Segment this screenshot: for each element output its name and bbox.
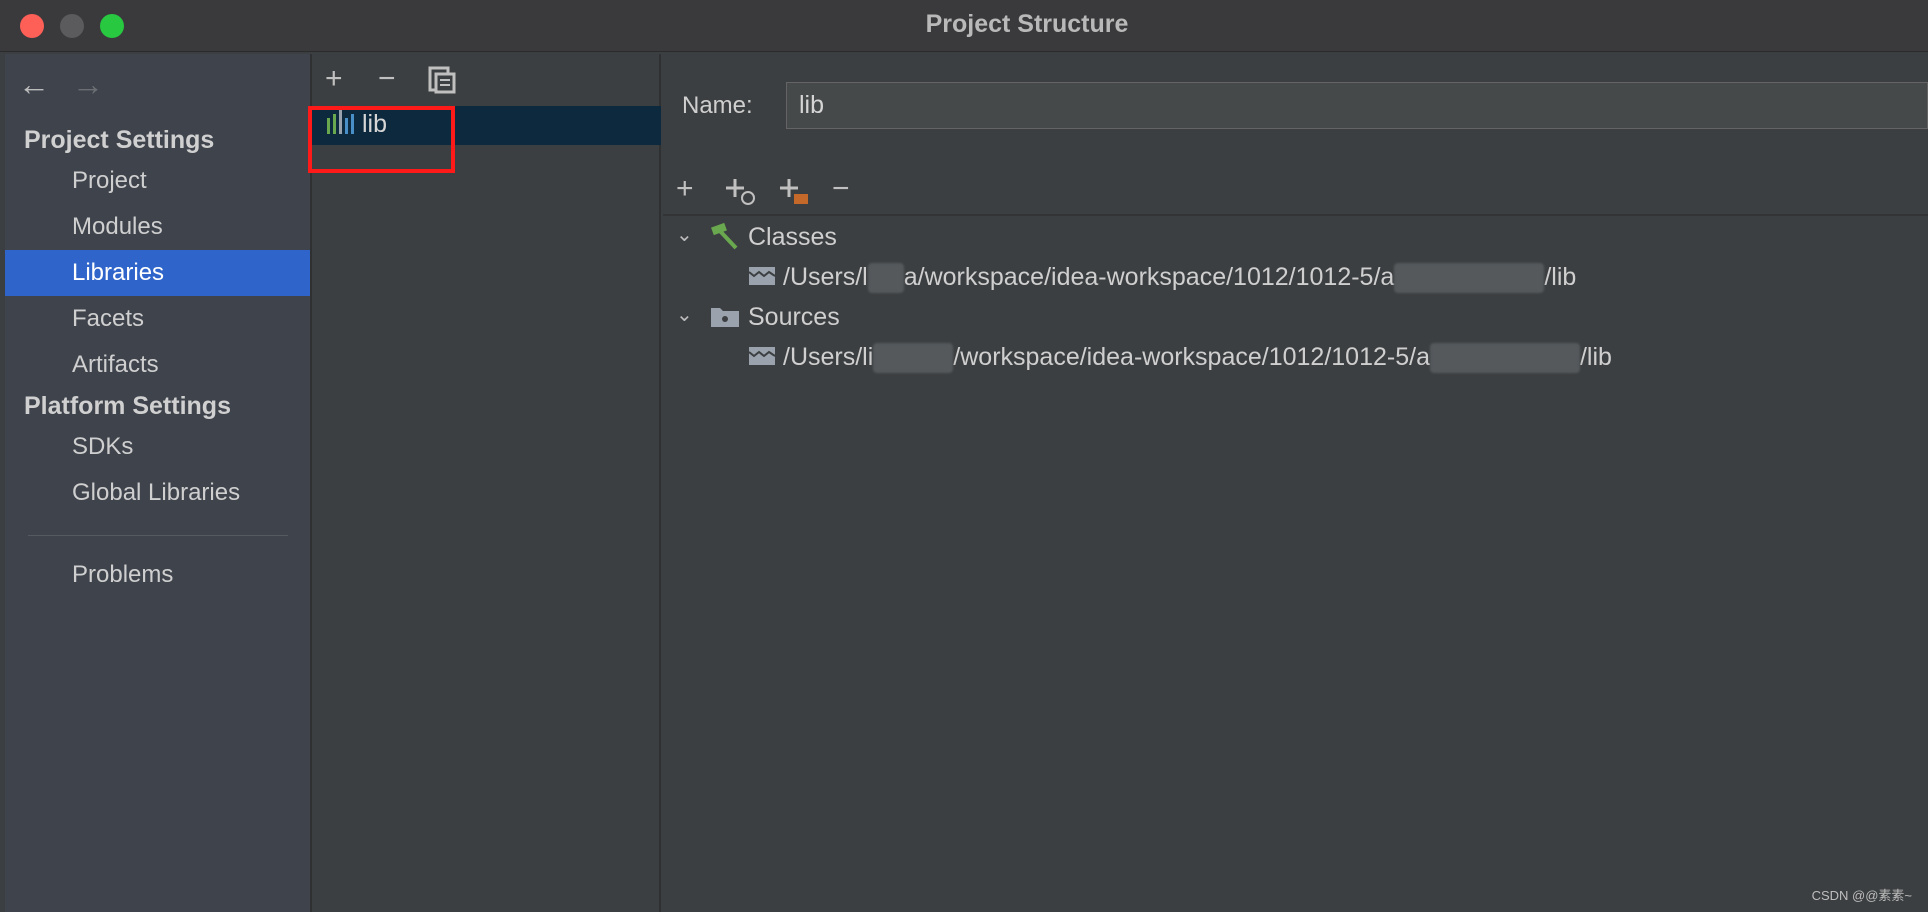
platform-settings-heading: Platform Settings [24,392,231,420]
project-settings-heading: Project Settings [24,126,215,154]
watermark: CSDN @@素素~ [1811,888,1912,903]
add-folder-root-icon[interactable] [778,176,810,206]
classes-root-path[interactable]: /Users/l a/workspace/idea-workspace/1012/… [783,263,1577,294]
sidebar-item-modules[interactable]: Modules [5,204,310,250]
tree-node-classes[interactable]: Classes [748,223,837,252]
sidebar-item-problems[interactable]: Problems [5,552,310,598]
classes-path-prefix: /Users/l [783,263,868,291]
hammer-icon [711,222,738,250]
remove-root-icon[interactable]: − [832,174,850,204]
sidebar-item-facets[interactable]: Facets [5,296,310,342]
name-field[interactable]: lib [786,82,1928,129]
annotation-highlight-box [308,106,455,173]
classes-path-suffix: /lib [1544,263,1577,291]
sources-path-mid: /workspace/idea-workspace/1012/1012-5/a [953,343,1430,371]
toolbar-divider [663,214,1928,216]
jar-archive-icon [748,347,776,365]
sidebar-item-sdks[interactable]: SDKs [5,424,310,470]
sidebar-item-artifacts[interactable]: Artifacts [5,342,310,388]
add-root-icon[interactable]: + [676,174,694,204]
forward-arrow-icon[interactable]: → [72,66,104,103]
library-list-panel [310,54,661,912]
add-library-icon[interactable]: + [325,64,343,94]
sidebar-item-libraries[interactable]: Libraries [5,250,310,296]
sources-root-path[interactable]: /Users/li/workspace/idea-workspace/1012/… [783,343,1612,374]
title-bar: Project Structure [0,0,1928,52]
remove-library-icon[interactable]: − [378,64,396,94]
name-label: Name: [682,92,753,119]
add-url-root-icon[interactable] [724,176,756,206]
sources-path-prefix: /Users/li [783,343,874,371]
classes-path-mid: a/workspace/idea-workspace/1012/1012-5/a [903,263,1395,291]
sidebar-item-global-libraries[interactable]: Global Libraries [5,470,310,516]
source-folder-icon [711,308,739,327]
tree-node-sources[interactable]: Sources [748,303,840,332]
chevron-down-icon[interactable]: ⌄ [676,222,693,247]
sources-path-suffix: /lib [1579,343,1612,371]
window-title: Project Structure [925,10,1129,38]
chevron-down-icon[interactable]: ⌄ [676,302,693,327]
jar-archive-icon [748,267,776,285]
back-arrow-icon[interactable]: ← [18,66,50,103]
sidebar-divider [28,535,288,536]
copy-library-icon[interactable] [428,66,456,94]
sidebar-item-project[interactable]: Project [5,158,310,204]
